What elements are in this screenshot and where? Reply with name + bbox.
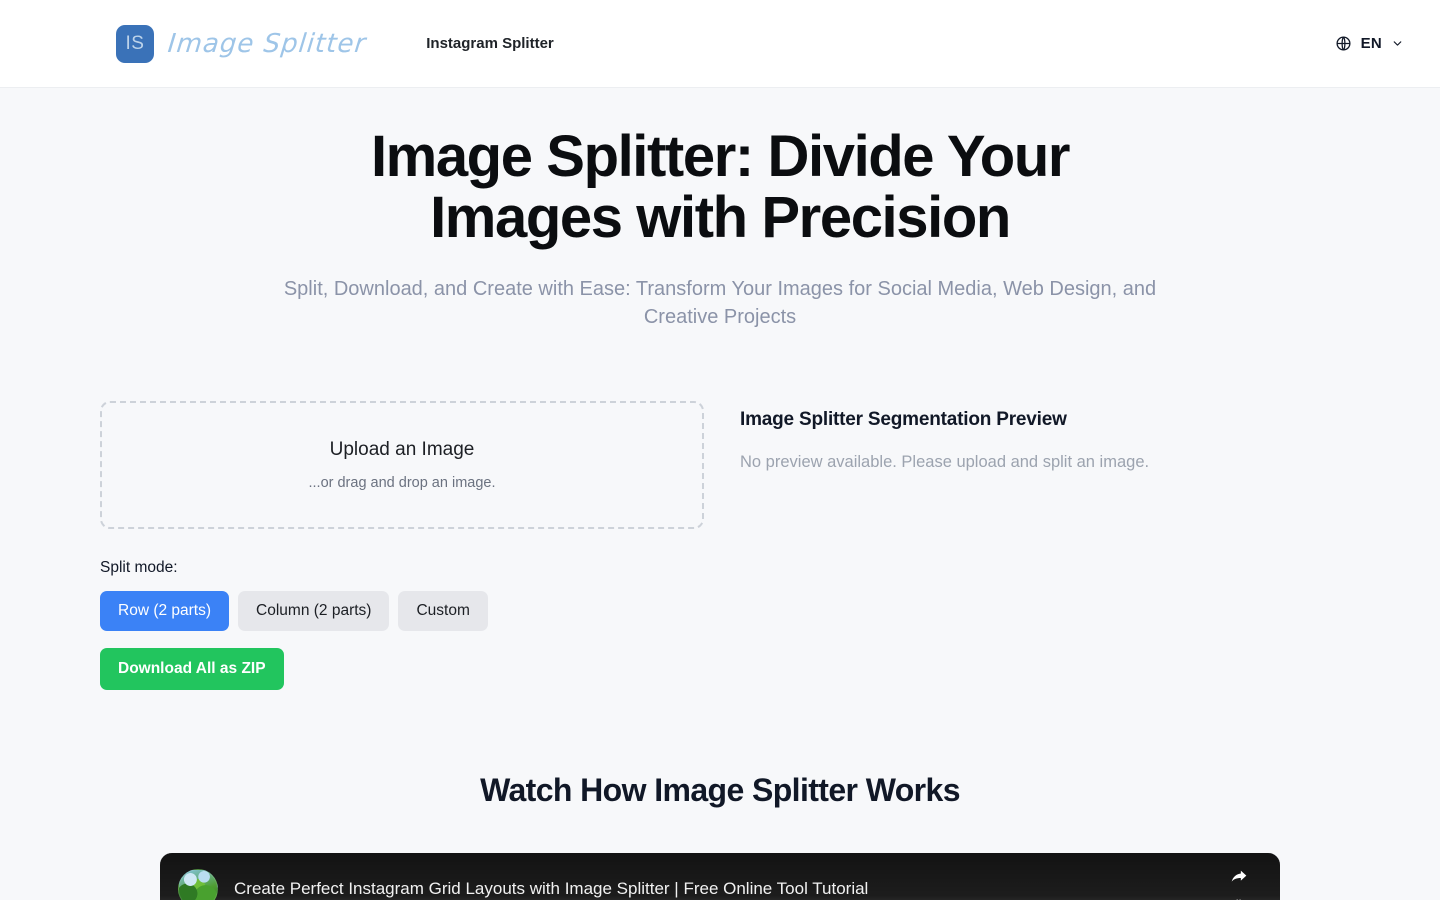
youtube-player-embed[interactable]: Create Perfect Instagram Grid Layouts wi…	[160, 852, 1280, 900]
chevron-down-icon	[1391, 37, 1404, 50]
player-title-bar: Create Perfect Instagram Grid Layouts wi…	[160, 852, 1280, 900]
upload-dropzone-title: Upload an Image	[329, 438, 475, 460]
tool-controls-column: Upload an Image ...or drag and drop an i…	[100, 400, 704, 690]
brand-mark-icon: IS	[116, 24, 154, 63]
brand-logo-link[interactable]: IS Image Splitter	[116, 24, 368, 63]
preview-empty-message: No preview available. Please upload and …	[740, 452, 1150, 471]
download-all-zip-button[interactable]: Download All as ZIP	[100, 647, 284, 690]
video-section-heading: Watch How Image Splitter Works	[480, 771, 960, 808]
split-mode-custom-button[interactable]: Custom	[398, 590, 488, 631]
language-switcher-button[interactable]: EN	[1331, 29, 1408, 58]
video-title[interactable]: Create Perfect Instagram Grid Layouts wi…	[234, 879, 868, 899]
page-title: Image Splitter: Divide Your Images with …	[370, 124, 1071, 251]
upload-dropzone-hint: ...or drag and drop an image.	[308, 474, 496, 491]
language-code: EN	[1360, 35, 1382, 52]
video-section: Watch How Image Splitter Works Create Pe…	[0, 772, 1440, 900]
site-header: IS Image Splitter Instagram Splitter EN	[0, 0, 1440, 88]
header-right: EN	[1331, 29, 1408, 58]
split-mode-row-button[interactable]: Row (2 parts)	[100, 590, 230, 631]
share-arrow-icon	[1228, 866, 1250, 893]
split-mode-column-button[interactable]: Column (2 parts)	[238, 590, 390, 631]
preview-column: Image Splitter Segmentation Preview No p…	[740, 401, 1340, 472]
split-mode-button-group: Row (2 parts) Column (2 parts) Custom	[100, 590, 704, 631]
splitter-tool: Upload an Image ...or drag and drop an i…	[0, 400, 1440, 690]
nav-item-instagram-splitter[interactable]: Instagram Splitter	[426, 35, 554, 52]
split-mode-label: Split mode:	[100, 558, 178, 576]
share-button[interactable]: Teilen	[1222, 866, 1262, 900]
hero-section: Image Splitter: Divide Your Images with …	[0, 88, 1440, 331]
globe-icon	[1335, 35, 1352, 52]
channel-avatar[interactable]	[178, 868, 218, 900]
brand-wordmark: Image Splitter	[166, 28, 368, 59]
page-subtitle: Split, Download, and Create with Ease: T…	[283, 277, 1157, 328]
upload-dropzone[interactable]: Upload an Image ...or drag and drop an i…	[100, 400, 704, 529]
preview-title: Image Splitter Segmentation Preview	[740, 408, 1067, 430]
primary-nav: Instagram Splitter	[426, 35, 554, 52]
